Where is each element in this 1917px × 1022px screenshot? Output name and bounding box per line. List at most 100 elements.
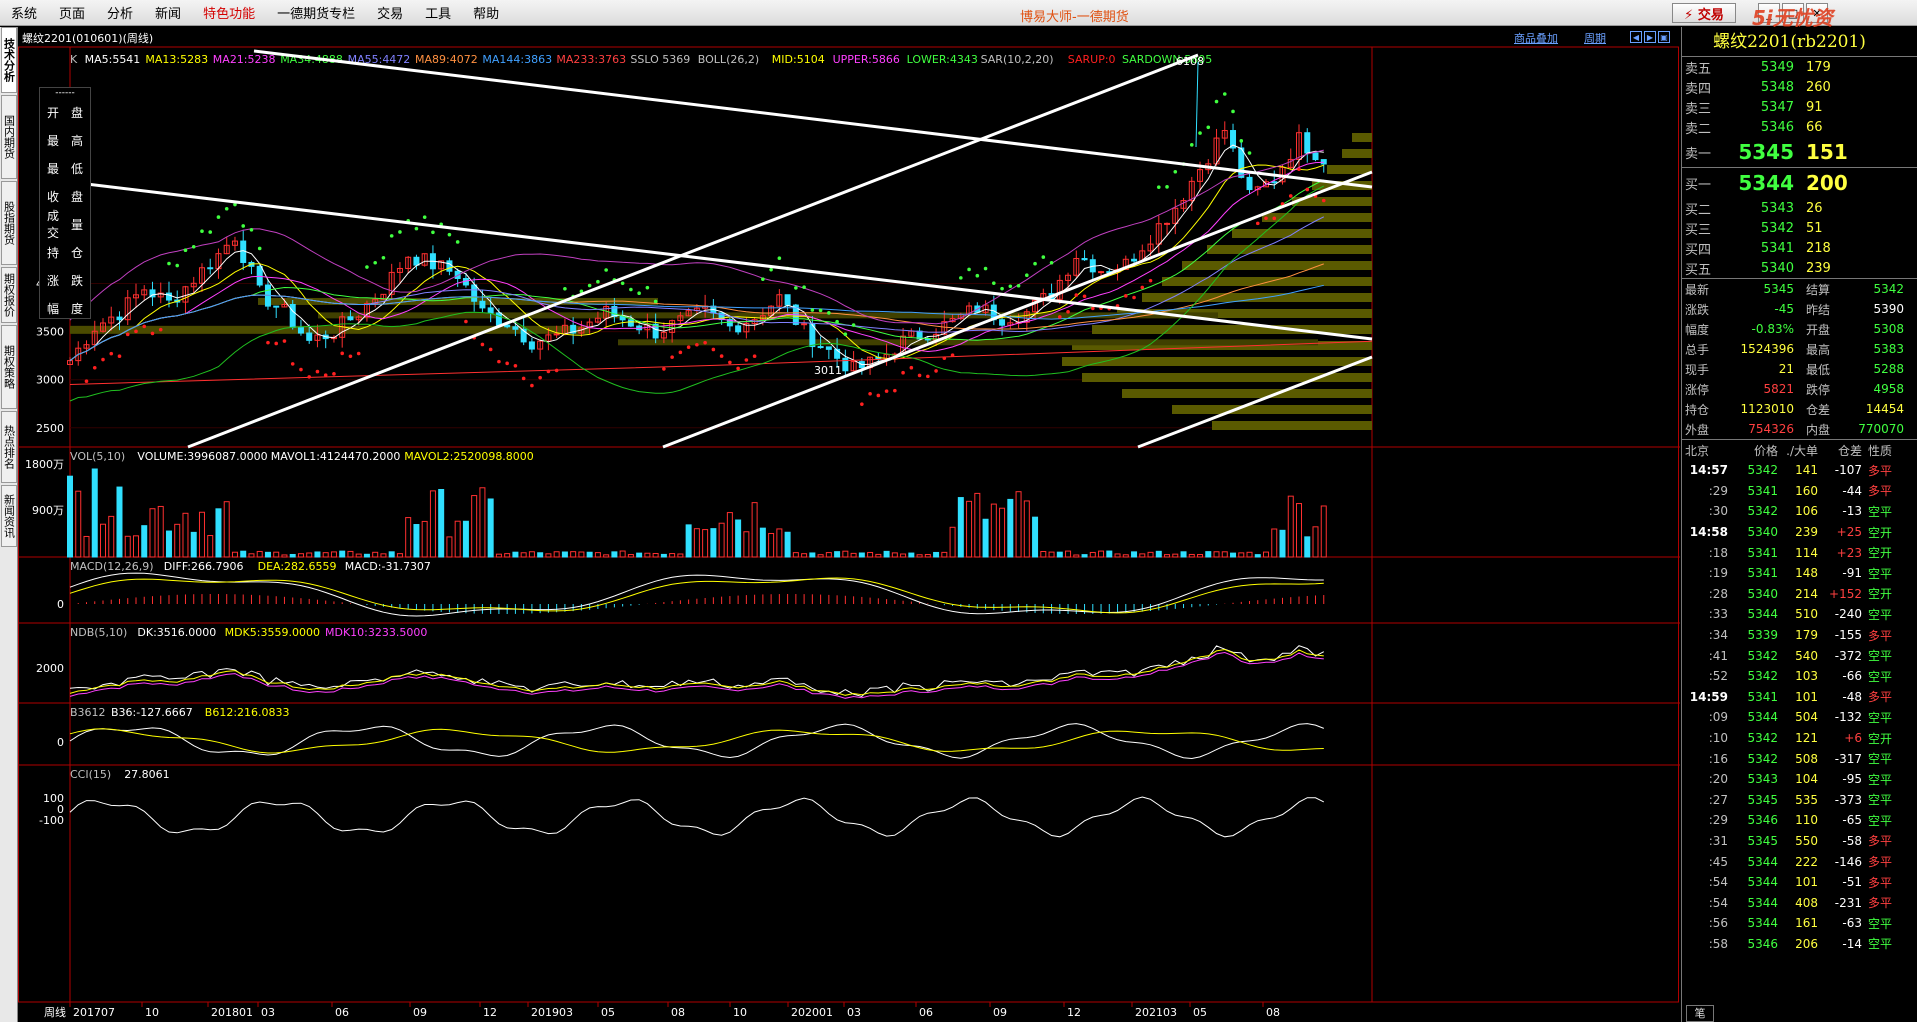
order-book-row[interactable]: 卖五 5349 179 bbox=[1682, 57, 1917, 77]
tick-row[interactable]: :45 5344 222 -146 多平 bbox=[1682, 851, 1917, 872]
sar-dot bbox=[835, 319, 839, 324]
tick-oi-change: -132 bbox=[1834, 710, 1862, 725]
tick-price: 5341 bbox=[1747, 483, 1778, 498]
order-book-price: 5346 bbox=[1760, 119, 1794, 135]
tick-row[interactable]: :52 5342 103 -66 空平 bbox=[1682, 666, 1917, 687]
indicator-label: MA233:3763 bbox=[556, 53, 626, 66]
menu-item[interactable]: 帮助 bbox=[462, 3, 510, 22]
tick-row[interactable]: :34 5339 179 -155 多平 bbox=[1682, 625, 1917, 646]
bottom-tab[interactable]: 笔 bbox=[1686, 1005, 1714, 1022]
tick-row[interactable]: :41 5342 540 -372 空平 bbox=[1682, 645, 1917, 666]
side-panel-label: 盘 bbox=[70, 105, 83, 120]
tick-row[interactable]: :54 5344 408 -231 多平 bbox=[1682, 892, 1917, 913]
menu-item[interactable]: 工具 bbox=[414, 3, 462, 22]
nav-expand-icon[interactable]: ▣ bbox=[1658, 31, 1670, 43]
tick-row[interactable]: :54 5344 101 -51 多平 bbox=[1682, 872, 1917, 893]
menu-item[interactable]: 交易 bbox=[366, 3, 414, 22]
tick-row[interactable]: 14:58 5340 239 +25 空开 bbox=[1682, 522, 1917, 543]
order-book-row[interactable]: 买五 5340 239 bbox=[1682, 258, 1917, 278]
macd-diff-line bbox=[69, 572, 1324, 617]
tick-row[interactable]: :20 5343 104 -95 空平 bbox=[1682, 769, 1917, 790]
order-book-row[interactable]: 买二 5343 26 bbox=[1682, 198, 1917, 218]
x-tick-label: 08 bbox=[1266, 1006, 1280, 1019]
tick-row[interactable]: :31 5345 550 -58 多平 bbox=[1682, 831, 1917, 852]
overlay-button[interactable]: 商品叠加 bbox=[1514, 30, 1558, 46]
tick-price: 5342 bbox=[1747, 463, 1778, 478]
tick-row[interactable]: :28 5340 214 +152 空开 bbox=[1682, 584, 1917, 605]
tick-type: 空开 bbox=[1867, 731, 1892, 746]
tick-volume: 161 bbox=[1795, 916, 1818, 931]
tick-list[interactable]: 北京 价格 ./大单 仓差 性质 14:57 5342 141 -107 多平:29 5341 160… bbox=[1682, 440, 1917, 954]
menu-item[interactable]: 页面 bbox=[48, 3, 96, 22]
left-tab[interactable]: 股指期货 bbox=[1, 181, 17, 265]
tick-row[interactable]: :10 5342 121 +6 空开 bbox=[1682, 728, 1917, 749]
left-tab[interactable]: 新闻资讯 bbox=[1, 485, 17, 547]
tick-row[interactable]: :58 5346 206 -14 空平 bbox=[1682, 934, 1917, 955]
tick-time: :54 bbox=[1708, 875, 1728, 890]
indicator-label: MA89:4072 bbox=[415, 53, 478, 66]
left-tab[interactable]: 技术分析 bbox=[1, 27, 17, 93]
left-tab[interactable]: 期权报价 bbox=[1, 267, 17, 323]
sar-dot bbox=[134, 329, 138, 334]
tick-row[interactable]: :30 5342 106 -13 空平 bbox=[1682, 501, 1917, 522]
left-tab[interactable]: 热点排名 bbox=[1, 411, 17, 483]
cci-line bbox=[69, 796, 1325, 838]
indicator-label: CCI(15) bbox=[70, 768, 111, 781]
left-tab[interactable]: 国内期货 bbox=[1, 95, 17, 179]
menu-item[interactable]: 一德期货专栏 bbox=[266, 3, 366, 22]
tick-price: 5342 bbox=[1747, 731, 1778, 746]
y-tick-label: 3500 bbox=[36, 326, 64, 339]
menu-item[interactable]: 系统 bbox=[0, 3, 48, 22]
order-book-row[interactable]: 卖二 5346 66 bbox=[1682, 117, 1917, 137]
order-book-row[interactable]: 卖三 5347 91 bbox=[1682, 97, 1917, 117]
stat-label: 外盘 bbox=[1685, 422, 1710, 437]
x-tick-label: 09 bbox=[413, 1006, 427, 1019]
indicator-label: MDK10:3233.5000 bbox=[325, 626, 427, 639]
tick-row[interactable]: 14:57 5342 141 -107 多平 bbox=[1682, 460, 1917, 481]
nav-left-icon[interactable]: ◀ bbox=[1630, 31, 1642, 43]
chart-area[interactable]: KMA5:5541MA13:5283MA21:5238MA34:4888MA55… bbox=[18, 27, 1680, 1022]
volume-bar bbox=[1320, 505, 1327, 558]
order-book-row[interactable]: 卖一 5345 151 bbox=[1682, 137, 1917, 167]
sar-dot bbox=[1189, 143, 1194, 147]
tick-price: 5341 bbox=[1747, 566, 1778, 581]
menu-item[interactable]: 新闻 bbox=[144, 3, 192, 22]
side-panel-row: 幅度 bbox=[40, 294, 90, 322]
order-book-volume: 151 bbox=[1806, 140, 1848, 164]
tick-row[interactable]: :18 5341 114 +23 空开 bbox=[1682, 542, 1917, 563]
order-book-row[interactable]: 买三 5342 51 bbox=[1682, 218, 1917, 238]
tick-type: 空平 bbox=[1867, 649, 1892, 664]
tick-row[interactable]: :09 5344 504 -132 空平 bbox=[1682, 707, 1917, 728]
tick-row[interactable]: 14:59 5341 101 -48 多平 bbox=[1682, 687, 1917, 708]
tick-row[interactable]: :56 5344 161 -63 空平 bbox=[1682, 913, 1917, 934]
order-book-row[interactable]: 买四 5341 218 bbox=[1682, 238, 1917, 258]
volume-bar bbox=[974, 492, 981, 558]
menu-item[interactable]: 分析 bbox=[96, 3, 144, 22]
volume-bar bbox=[537, 552, 544, 558]
period-button[interactable]: 周期 bbox=[1584, 30, 1606, 46]
tick-row[interactable]: :33 5344 510 -240 空平 bbox=[1682, 604, 1917, 625]
y-tick-label: 1800万 bbox=[25, 458, 64, 471]
tick-volume: 141 bbox=[1795, 463, 1818, 478]
tick-row[interactable]: :19 5341 148 -91 空平 bbox=[1682, 563, 1917, 584]
tick-row[interactable]: :29 5346 110 -65 空平 bbox=[1682, 810, 1917, 831]
volume-bar bbox=[586, 551, 593, 558]
tick-row[interactable]: :27 5345 535 -373 空平 bbox=[1682, 790, 1917, 811]
tick-row[interactable]: :29 5341 160 -44 多平 bbox=[1682, 481, 1917, 502]
sar-dot bbox=[546, 369, 551, 374]
order-book-row[interactable]: 买一 5344 200 bbox=[1682, 168, 1917, 198]
order-book-price: 5344 bbox=[1738, 171, 1794, 195]
candle-body bbox=[512, 326, 519, 330]
order-book-row[interactable]: 卖四 5348 260 bbox=[1682, 77, 1917, 97]
nav-right-icon[interactable]: ▶ bbox=[1644, 31, 1656, 43]
menu-bar: 系统 页面 分析 新闻 特色功能 一德期货专栏 交易 工具 帮助 bbox=[0, 0, 1917, 26]
tick-row[interactable]: :16 5342 508 -317 空平 bbox=[1682, 748, 1917, 769]
menu-item[interactable]: 特色功能 bbox=[192, 3, 266, 22]
left-tab[interactable]: 期权策略 bbox=[1, 325, 17, 409]
chart-canvas[interactable]: KMA5:5541MA13:5283MA21:5238MA34:4888MA55… bbox=[18, 27, 1680, 1022]
sar-dot bbox=[761, 277, 765, 281]
tick-time: :58 bbox=[1708, 936, 1728, 951]
volume-bar bbox=[67, 475, 73, 558]
trade-button[interactable]: ⚡ 交易 bbox=[1672, 3, 1736, 23]
indicator-label: B3612 bbox=[70, 706, 106, 719]
